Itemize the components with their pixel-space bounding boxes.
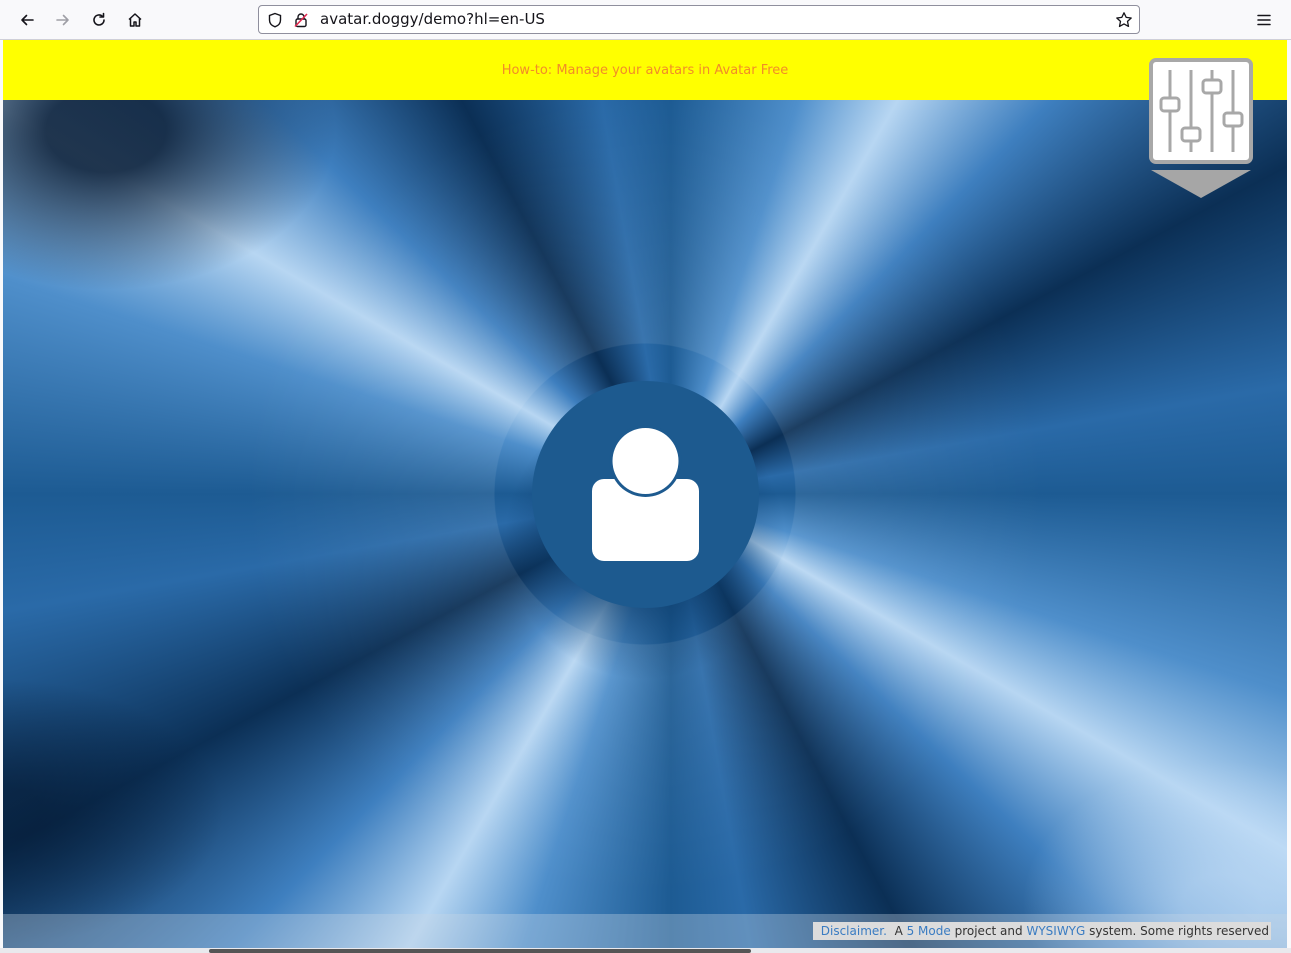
footer-text-project: project and bbox=[954, 924, 1023, 938]
settings-button[interactable] bbox=[1149, 58, 1253, 164]
sliders-icon bbox=[1159, 70, 1244, 152]
dropdown-arrow-icon[interactable] bbox=[1151, 170, 1251, 198]
star-icon[interactable] bbox=[1115, 11, 1133, 29]
horizontal-scrollbar[interactable] bbox=[209, 949, 751, 953]
five-mode-link[interactable]: 5 Mode bbox=[907, 924, 951, 938]
footer-text-a: A bbox=[894, 924, 903, 938]
footer-bar: Disclaimer. A 5 Mode project and WYSIWYG… bbox=[3, 914, 1287, 948]
disclaimer-link[interactable]: Disclaimer. bbox=[821, 924, 887, 938]
footer-text-system: system. Some rights reserved bbox=[1089, 924, 1269, 938]
footer-credits: Disclaimer. A 5 Mode project and WYSIWYG… bbox=[812, 922, 1271, 940]
insecure-lock-icon[interactable] bbox=[293, 12, 309, 28]
avatar-button[interactable] bbox=[532, 381, 759, 608]
page-viewport: How-to: Manage your avatars in Avatar Fr… bbox=[3, 40, 1287, 948]
forward-arrow-icon bbox=[56, 14, 69, 26]
user-silhouette-icon bbox=[592, 425, 699, 561]
home-button[interactable] bbox=[121, 6, 149, 34]
url-text[interactable]: avatar.doggy/demo?hl=en-US bbox=[320, 10, 545, 28]
back-button[interactable] bbox=[13, 6, 41, 34]
url-bar[interactable]: avatar.doggy/demo?hl=en-US bbox=[258, 5, 1140, 34]
wysiwyg-link[interactable]: WYSIWYG bbox=[1026, 924, 1085, 938]
home-icon bbox=[128, 13, 142, 27]
back-arrow-icon bbox=[21, 14, 34, 26]
shield-icon[interactable] bbox=[267, 12, 283, 28]
reload-button[interactable] bbox=[85, 6, 113, 34]
settings-dropdown[interactable] bbox=[1149, 58, 1253, 200]
howto-link[interactable]: How-to: Manage your avatars in Avatar Fr… bbox=[502, 63, 789, 78]
forward-button[interactable] bbox=[49, 6, 77, 34]
hamburger-menu-icon bbox=[1257, 14, 1271, 26]
browser-toolbar: avatar.doggy/demo?hl=en-US bbox=[0, 0, 1291, 40]
howto-banner: How-to: Manage your avatars in Avatar Fr… bbox=[3, 40, 1287, 100]
app-menu-button[interactable] bbox=[1250, 6, 1278, 34]
reload-icon bbox=[93, 12, 105, 26]
